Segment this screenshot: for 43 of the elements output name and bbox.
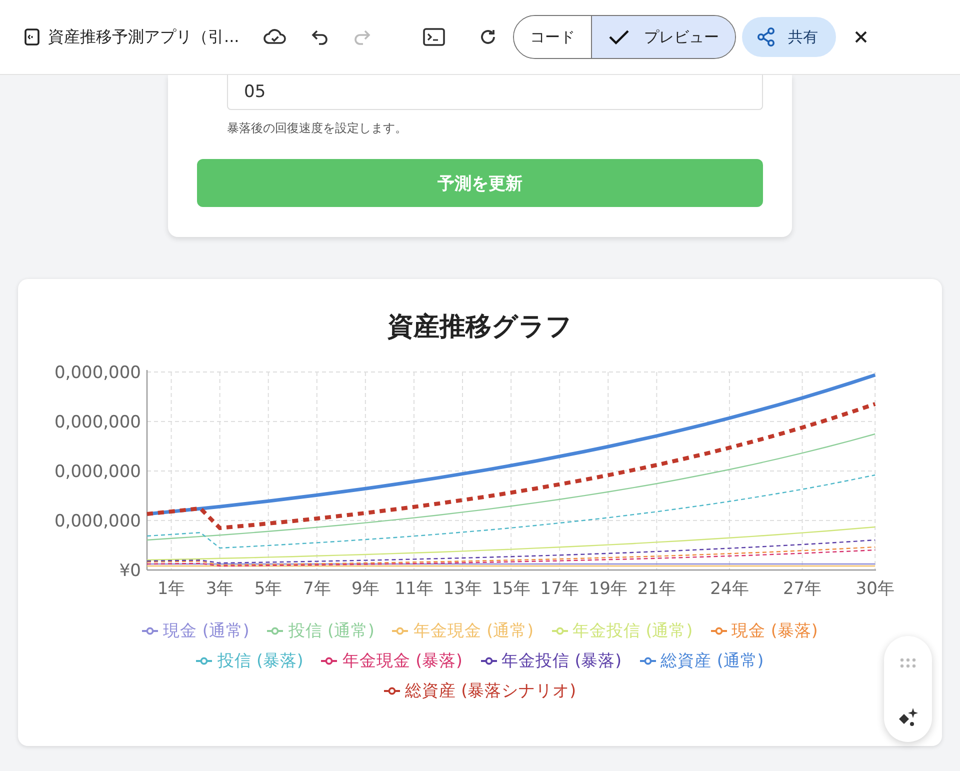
terminal-icon[interactable]	[423, 28, 445, 46]
y-axis-label: ¥0	[119, 561, 141, 581]
x-axis-label: 3年	[206, 579, 234, 599]
legend-label[interactable]: 年金投信 (暴落)	[502, 650, 622, 672]
input-field[interactable]: 05	[227, 75, 763, 110]
x-axis-label: 11年	[394, 579, 434, 599]
x-axis-label: 1年	[157, 579, 186, 599]
help-text: 暴落後の回復速度を設定します。	[227, 120, 408, 137]
y-axis-label: 0,000,000	[54, 363, 141, 383]
sparkle-icon[interactable]	[897, 706, 919, 728]
y-axis-label: 0,000,000	[54, 412, 141, 432]
legend-label[interactable]: 総資産 (暴落シナリオ)	[404, 680, 576, 702]
x-axis-label: 13年	[443, 579, 482, 599]
update-button[interactable]: 予測を更新	[197, 159, 763, 207]
document-icon	[24, 28, 40, 46]
check-icon	[608, 29, 630, 45]
share-icon	[756, 27, 776, 47]
y-axis-label: 0,000,000	[54, 462, 141, 482]
x-axis-label: 24年	[710, 579, 749, 599]
drag-handle-icon[interactable]	[900, 658, 916, 668]
legend-label[interactable]: 投信 (暴落)	[217, 650, 304, 672]
chart-title: 資産推移グラフ	[386, 311, 574, 344]
x-axis-label: 15年	[492, 579, 530, 599]
x-axis-label: 27年	[782, 579, 822, 599]
app-title: 資産推移予測アプリ（引...	[48, 26, 240, 48]
x-axis-label: 30年	[856, 579, 894, 599]
x-axis-label: 9年	[352, 579, 380, 599]
x-axis-label: 17年	[540, 579, 579, 599]
legend-label[interactable]: 年金現金 (暴落)	[342, 650, 462, 672]
legend-label[interactable]: 現金 (通常)	[163, 620, 250, 642]
legend-label[interactable]: 総資産 (通常)	[660, 650, 764, 672]
cloud-check-icon[interactable]	[263, 28, 287, 46]
x-axis-label: 5年	[254, 579, 282, 599]
close-icon[interactable]	[854, 30, 868, 44]
share-button[interactable]: 共有	[742, 17, 836, 57]
legend-label[interactable]: 現金 (暴落)	[732, 620, 818, 642]
view-tab[interactable]: プレビュー	[591, 16, 735, 58]
refresh-icon[interactable]	[479, 28, 497, 46]
x-axis-label: 21年	[637, 579, 676, 599]
x-axis-label: 7年	[302, 579, 331, 599]
x-axis-label: 19年	[588, 579, 628, 599]
undo-icon[interactable]	[311, 29, 329, 45]
y-axis-label: 0,000,000	[54, 512, 141, 532]
